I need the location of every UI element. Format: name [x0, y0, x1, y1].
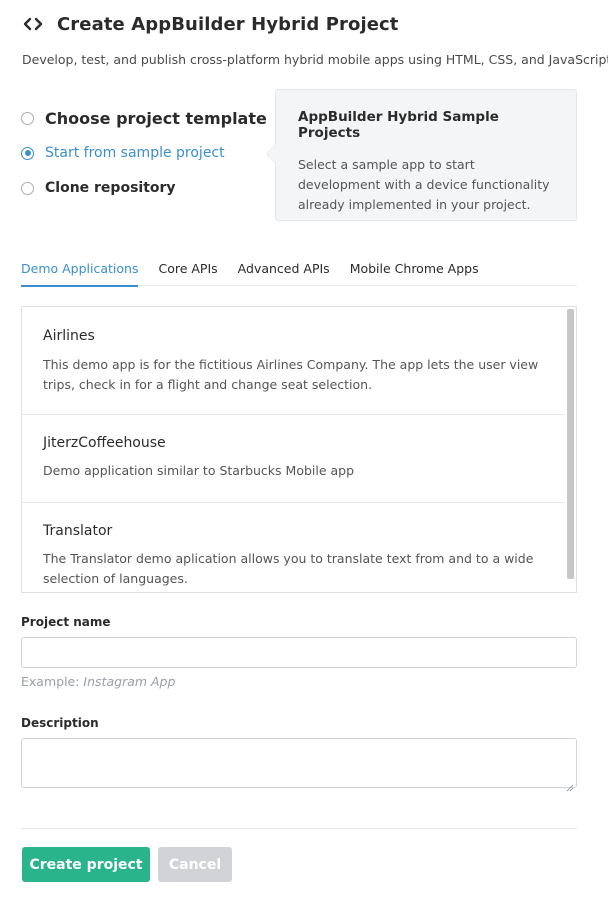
resize-grip-icon[interactable]	[566, 777, 574, 792]
option-choose-template[interactable]: Choose project template	[21, 106, 267, 130]
info-title: AppBuilder Hybrid Sample Projects	[298, 109, 499, 141]
list-item[interactable]: JiterzCoffeehouse Demo application simil…	[22, 415, 565, 503]
project-source-options: Choose project template Start from sampl…	[21, 106, 267, 211]
option-label: Start from sample project	[45, 145, 225, 161]
sample-name: Translator	[43, 523, 113, 539]
sample-projects-info-panel: AppBuilder Hybrid Sample Projects Select…	[266, 89, 577, 221]
option-label: Clone repository	[45, 180, 176, 196]
tab-mobile-chrome-apps[interactable]: Mobile Chrome Apps	[350, 256, 479, 286]
sample-description: This demo app is for the fictitious Airl…	[43, 357, 539, 392]
option-label: Choose project template	[45, 108, 267, 128]
list-item[interactable]: Translator The Translator demo aplicatio…	[22, 503, 565, 592]
tab-core-apis[interactable]: Core APIs	[158, 256, 217, 286]
tab-demo-applications[interactable]: Demo Applications	[21, 256, 139, 287]
sample-description: Demo application similar to Starbucks Mo…	[43, 463, 355, 478]
cancel-button[interactable]: Cancel	[158, 847, 232, 882]
list-item[interactable]: Airlines This demo app is for the fictit…	[22, 307, 565, 415]
option-clone-repository[interactable]: Clone repository	[21, 176, 267, 200]
sample-name: JiterzCoffeehouse	[43, 435, 166, 451]
project-name-hint: Example: Instagram App	[21, 674, 175, 689]
create-project-button[interactable]: Create project	[22, 847, 150, 882]
description-label: Description	[21, 716, 99, 730]
info-text: Select a sample app to start development…	[298, 157, 550, 212]
radio-choose-template[interactable]	[21, 111, 34, 125]
page-title: Create AppBuilder Hybrid Project	[57, 13, 399, 35]
sample-description: The Translator demo aplication allows yo…	[43, 551, 534, 586]
list-scrollbar[interactable]	[567, 309, 574, 579]
radio-sample-project[interactable]	[21, 146, 34, 160]
tab-advanced-apis[interactable]: Advanced APIs	[238, 256, 330, 286]
form-divider	[21, 828, 577, 829]
description-textarea[interactable]	[21, 738, 577, 788]
hint-prefix: Example:	[21, 674, 84, 689]
sample-project-list: Airlines This demo app is for the fictit…	[21, 306, 577, 593]
sample-category-tabs: Demo Applications Core APIs Advanced API…	[21, 256, 577, 287]
radio-clone-repository[interactable]	[21, 181, 34, 195]
project-name-input[interactable]	[21, 637, 577, 668]
code-icon	[22, 13, 44, 35]
option-sample-project[interactable]: Start from sample project	[21, 141, 267, 165]
page-header: Create AppBuilder Hybrid Project	[22, 11, 399, 37]
page-subtitle: Develop, test, and publish cross-platfor…	[22, 52, 608, 67]
sample-name: Airlines	[43, 328, 95, 344]
hint-example: Instagram App	[83, 674, 176, 689]
project-name-label: Project name	[21, 615, 111, 629]
